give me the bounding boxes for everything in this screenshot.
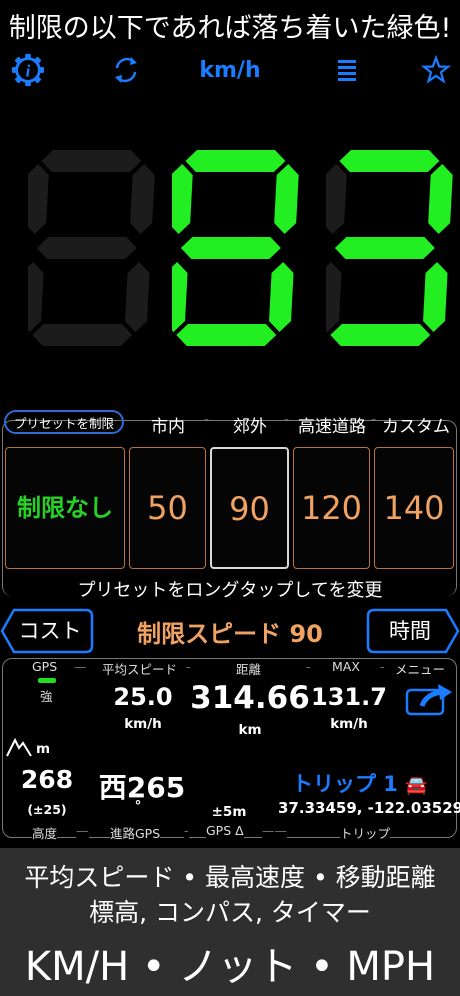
segment-e [28,262,44,332]
segment-e [326,262,342,332]
cost-button[interactable]: コスト [8,610,92,652]
max-speed-unit: km/h [330,716,368,732]
promo-line-1: 平均スピード • 最高速度 • 移動距離 [24,863,436,892]
distance-label: 距離 [236,659,262,678]
menu-label: メニュー [395,659,446,678]
preset-label-highway: 高速道路 [298,417,366,437]
avg-speed-value: 25.0 [113,683,173,711]
altitude-unit: m [36,741,51,757]
gps-delta-value: ±5m [211,804,247,820]
avg-speed-label: 平均スピード [102,659,178,678]
preset-suburb[interactable]: 90 [210,447,289,569]
divider: - [184,823,189,838]
trip-label: トリップ [340,823,391,842]
speed-digit [28,150,155,346]
segment-c [269,262,294,332]
distance-value: 314.66 [190,680,310,716]
speed-limit-text: 制限スピード 90 [137,620,323,648]
gps-signal-bar [38,678,56,683]
info-gear-icon[interactable]: i [9,52,47,88]
refresh-icon[interactable] [111,52,141,88]
divider: - [380,659,385,674]
svg-text:i: i [26,62,31,81]
segment-e [172,262,188,332]
segment-b [130,164,155,234]
altitude-accuracy: (±25) [27,802,67,817]
segment-g [180,237,281,259]
promo-line-3: KM/H • ノット • MPH [24,944,436,990]
speed-display [0,150,460,346]
altitude-label: 高度 [32,823,58,842]
heading-label: 進路GPS [110,823,161,842]
altitude-value: 268 [20,765,74,794]
segment-f [326,164,347,234]
coordinates: 37.33459, -122.03529 [278,799,460,817]
segment-b [428,164,453,234]
headline: 制限の以下であれば落ち着いた緑色! [8,13,452,44]
preset-label-suburb: 郊外 [233,417,267,437]
mountain-icon [6,737,32,757]
divider: —— [262,823,287,838]
preset-no-limit[interactable]: 制限なし [5,447,125,569]
gps-strength: 強 [40,686,53,705]
gps-delta-label: GPS Δ [206,823,244,838]
preset-label-custom: カスタム [382,417,450,437]
distance-unit: km [238,722,262,738]
speed-digit [326,150,453,346]
divider: — [74,659,87,674]
segment-a [339,150,440,172]
avg-speed-unit: km/h [124,716,162,732]
trip-name[interactable]: トリップ 1 🚘 [292,768,442,798]
divider: — [76,823,89,838]
preset-divider: - [204,412,210,428]
promo-line-2: 標高, コンパス, タイマー [89,898,371,927]
car-icon: 🚘 [405,775,428,796]
share-icon[interactable] [404,682,456,718]
segment-g [36,237,137,259]
trip-name-text: トリップ 1 [292,772,398,796]
segment-f [172,164,193,234]
max-speed-value: 131.7 [311,683,387,711]
segment-d [176,324,277,346]
segment-d [32,324,133,346]
segment-f [28,164,49,234]
segment-a [41,150,142,172]
preset-label-city: 市内 [151,417,185,437]
divider: - [186,659,191,674]
preset-highway[interactable]: 120 [293,447,370,569]
segment-b [274,164,299,234]
menu-lines-icon[interactable] [335,52,359,88]
preset-limit-chip[interactable]: プリセットを制限 [4,410,124,434]
preset-city[interactable]: 50 [129,447,206,569]
time-button[interactable]: 時間 [368,610,452,652]
segment-d [330,324,431,346]
preset-hint: プリセットをロングタップしてを変更 [30,576,430,601]
segment-c [125,262,150,332]
segment-g [334,237,435,259]
speed-digit [172,150,299,346]
heading-unit: ° [134,798,142,814]
segment-a [185,150,286,172]
unit-toggle[interactable]: km/h [180,58,280,83]
preset-divider: - [284,412,290,428]
preset-custom[interactable]: 140 [374,447,454,569]
divider: - [306,659,311,674]
gps-label: GPS [32,659,58,674]
max-label: MAX [332,659,360,674]
star-icon[interactable] [421,52,451,88]
segment-c [423,262,448,332]
